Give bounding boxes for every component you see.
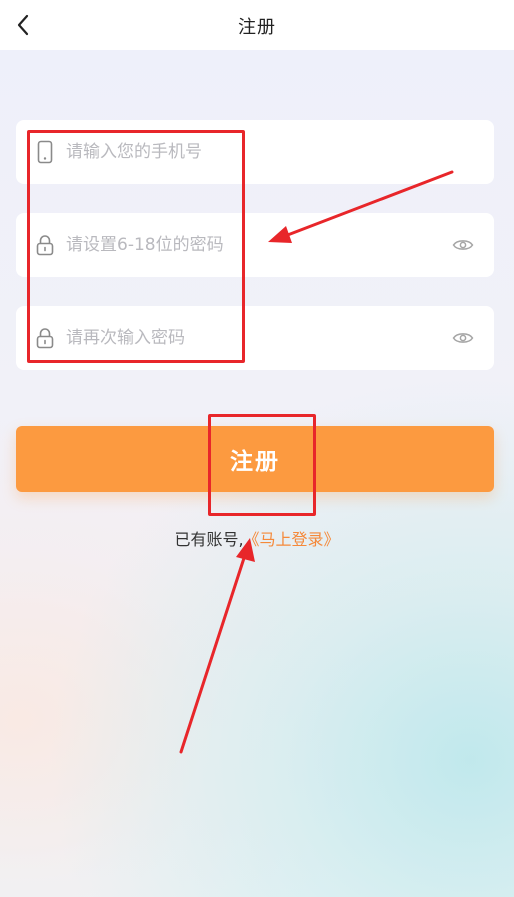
password-input[interactable] <box>66 213 426 277</box>
phone-input[interactable] <box>66 120 426 184</box>
login-link[interactable]: 《马上登录》 <box>244 530 340 549</box>
register-button[interactable]: 注册 <box>16 426 494 492</box>
page-title: 注册 <box>238 17 276 38</box>
eye-icon[interactable] <box>452 330 474 346</box>
eye-icon[interactable] <box>452 237 474 253</box>
phone-field <box>16 120 494 184</box>
lock-icon <box>36 326 54 350</box>
navigation-bar: 注册 <box>0 0 514 50</box>
login-prompt-text: 已有账号, <box>174 530 244 549</box>
confirm-password-input[interactable] <box>66 306 426 370</box>
password-field <box>16 213 494 277</box>
login-prompt: 已有账号,《马上登录》 <box>0 526 514 550</box>
phone-icon <box>36 140 54 164</box>
confirm-password-field <box>16 306 494 370</box>
lock-icon <box>36 233 54 257</box>
